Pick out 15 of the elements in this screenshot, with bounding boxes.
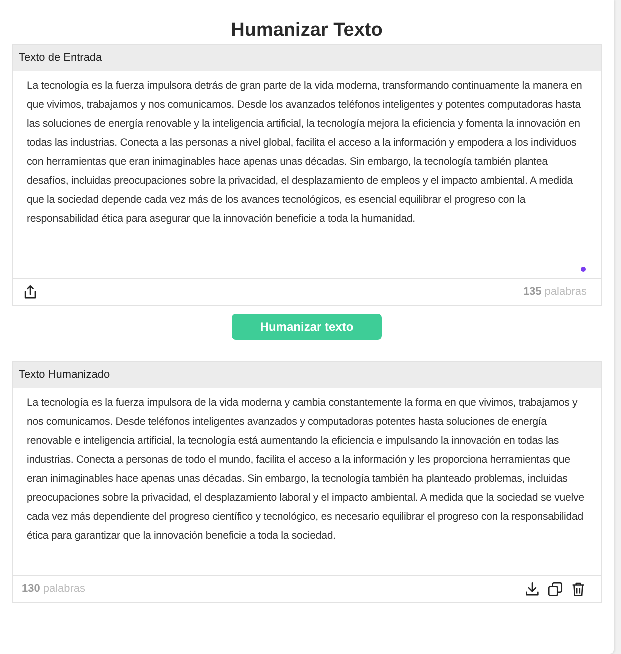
word-count: 130 [22,583,40,595]
output-text: La tecnología es la fuerza impulsora de la vida moderna y cambia constantemente la forma en que vivimos, trabajamos y nos comunicamos. Desde teléfonos inteligentes avanzados y computadoras potentes hasta soluciones de energía renovable e inteligencia artificial, la tecnología está aumentando la eficiencia e impulsando la innovación en todas las industrias. Conecta a personas de todo el mundo, facilita el acceso a la información y les proporciona herramientas que eran inimaginables hace apenas unas décadas. Sin embargo, la tecnología también ha planteado problemas, incluidas preocupaciones sobre la privacidad, el desplazamiento laboral y el impacto ambiental. A medida que la sociedad se vuelve cada vez más dependiente del progreso científico y tecnológico, es necesario equilibrar el progreso con la responsabilidad ética para garantizar que la innovación beneficie a toda la sociedad. [27,396,586,544]
copy-icon[interactable] [547,580,564,598]
share-icon[interactable] [22,284,39,300]
humanize-button[interactable]: Humanizar texto [232,314,382,340]
word-count-label: palabras [544,286,587,298]
word-count-label: palabras [43,583,86,595]
input-text: La tecnología es la fuerza impulsora detrás de gran parte de la vida moderna, transformando continuamente la manera en que vivimos, trabajamos y nos comunicamos. Desde los avanzados teléfonos inteligentes y potentes computadoras hasta las soluciones de energía renovable y la inteligencia artificial, la tecnología mejora la eficiencia y fomenta la innovación en todas las industrias. Conecta a las personas a nivel global, facilita el acceso a la información y empodera a los individuos con herramientas que eran inimaginables hace apenas unas décadas. Sin embargo, la tecnología también plantea desafíos, incluidas preocupaciones sobre la privacidad, el desplazamiento de empleos y el impacto ambiental. A medida que la sociedad depende cada vez más de los avances tecnológicos, es esencial equilibrar el progreso con la responsabilidad ética para asegurar que la innovación beneficie a toda la humanidad. [27,79,584,227]
page-title: Humanizar Texto [230,19,384,43]
download-icon[interactable] [524,580,541,598]
trash-icon[interactable] [570,580,587,598]
panel-header: Texto de Entrada [13,45,601,71]
word-count: 135 [523,286,542,298]
panel-header: Texto Humanizado [13,362,601,388]
dot-icon [581,267,586,272]
